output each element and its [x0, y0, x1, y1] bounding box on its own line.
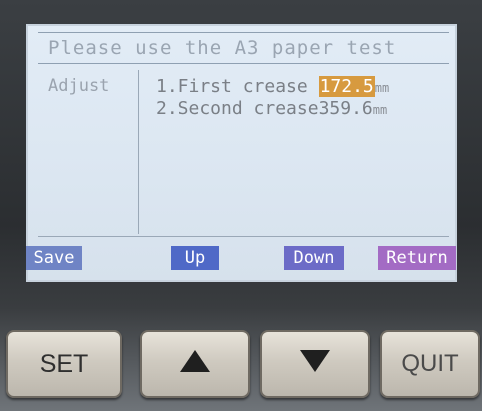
up-arrow-button[interactable]: [140, 330, 250, 398]
device-bezel: Please use the A3 paper test Adjust 1.Fi…: [0, 0, 482, 411]
down-softkey[interactable]: Down: [284, 246, 344, 270]
screen-title: Please use the A3 paper test: [38, 32, 449, 64]
up-triangle-icon: [178, 348, 212, 381]
softkey-divider: [38, 236, 449, 237]
set-button[interactable]: SET: [6, 330, 122, 398]
second-crease-unit: mm: [372, 103, 388, 117]
second-crease-row[interactable]: 2.Second crease359.6mm: [156, 98, 387, 119]
second-crease-value[interactable]: 359.6: [319, 98, 373, 119]
save-softkey[interactable]: Save: [26, 246, 82, 270]
first-crease-unit: mm: [374, 81, 390, 95]
set-button-label: SET: [39, 349, 89, 378]
return-softkey[interactable]: Return: [378, 246, 456, 270]
down-triangle-icon: [298, 348, 332, 381]
up-softkey[interactable]: Up: [171, 246, 219, 270]
crease-settings-panel: 1.First crease 172.5mm 2.Second crease35…: [150, 70, 450, 234]
quit-button[interactable]: QUIT: [380, 330, 480, 398]
adjust-panel: Adjust: [38, 70, 139, 234]
down-arrow-button[interactable]: [260, 330, 370, 398]
first-crease-label: 1.First crease: [156, 76, 319, 97]
adjust-label: Adjust: [48, 76, 110, 96]
second-crease-label: 2.Second crease: [156, 98, 319, 119]
first-crease-row[interactable]: 1.First crease 172.5mm: [156, 76, 389, 97]
quit-button-label: QUIT: [401, 350, 459, 377]
first-crease-value[interactable]: 172.5: [318, 76, 375, 97]
lcd-screen: Please use the A3 paper test Adjust 1.Fi…: [26, 24, 457, 282]
